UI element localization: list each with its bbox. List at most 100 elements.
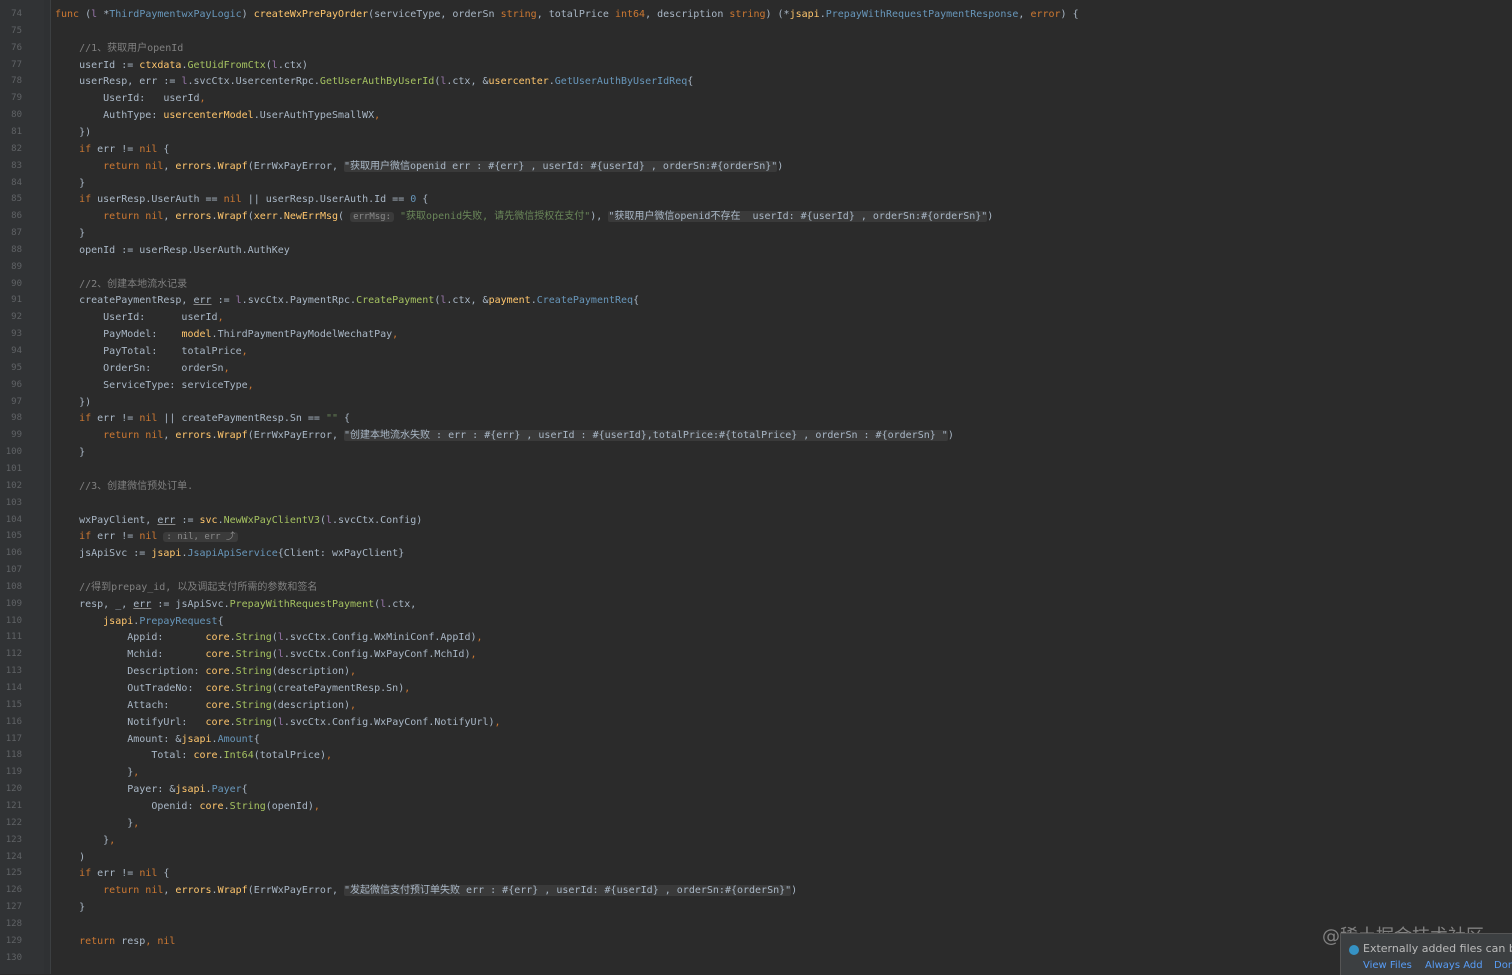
token-call: String [235,632,272,644]
token-pkg: core [205,632,230,644]
token-id: , [1018,9,1031,20]
line-number: 107 [5,565,22,576]
token-id: (serviceType, orderSn [368,9,501,20]
code-text: PayModel: model.ThirdPaymentPayModelWech… [55,326,398,343]
code-text: OutTradeNo: core.String(createPaymentRes… [55,680,410,697]
line-number: 111 [5,632,22,643]
code-text: if err != nil { [55,865,169,882]
token-call: String [235,666,272,678]
code-text: //3、创建微信预处订单. [55,478,193,495]
token-kw: , [133,767,140,779]
token-ext: CreatePaymentReq [536,295,634,307]
token-ext: PrepayRequest [139,615,218,627]
token-fn: Wrapf [217,430,248,442]
line-number: 87 [11,228,22,239]
always-add-link[interactable]: Always Add [1425,960,1483,971]
code-text: if err != nil || createPaymentResp.Sn ==… [55,410,350,427]
token-ext: GetUserAuthByUserIdReq [554,76,688,88]
token-pkg: core [205,699,230,711]
line-number: 104 [5,514,22,525]
token-id: ( [338,211,351,223]
line-number: 93 [11,329,22,340]
token-kw: , [223,362,230,374]
token-id: { [241,784,248,796]
line-number: 99 [11,430,22,441]
token-kw: , nil [145,935,176,947]
token-call: NewWxPayClientV3 [223,514,320,526]
token-kw: if [55,143,98,155]
token-pkg: core [205,683,230,694]
token-fn: Wrapf [217,211,248,223]
token-kw: , [476,632,483,644]
token-kw: , [404,683,411,694]
token-fn: createWxPrePayOrder [253,9,369,20]
code-text: return nil, errors.Wrapf(ErrWxPayError, … [55,158,783,175]
token-id: } [55,177,86,189]
token-id: (description) [271,666,351,678]
token-kw: , [241,346,248,357]
token-cm: //3、创建微信预处订单. [55,480,194,492]
token-id: := jsApiSvc. [151,598,230,610]
code-text: func (l *ThirdPaymentwxPayLogic) createW… [55,6,1079,23]
token-kw: , [217,312,224,324]
token-fn: Wrapf [217,160,248,172]
token-kw: , [247,379,254,391]
line-number: 114 [5,683,22,693]
code-text: Amount: &jsapi.Amount{ [55,731,260,748]
line-number: 83 [11,160,22,171]
line-number: 106 [5,548,22,559]
token-ul: err [193,295,212,307]
token-pkg: jsapi [175,784,206,796]
code-editor[interactable]: 74 func (l *ThirdPaymentwxPayLogic) creat… [0,0,1512,974]
line-number: 84 [11,177,22,188]
line-number: 112 [5,649,22,660]
code-text: return resp, nil [55,933,175,950]
token-id: { [163,868,170,880]
token-pkg: jsapi [55,615,134,627]
view-files-link[interactable]: View Files [1363,960,1412,971]
token-id: ) [777,160,784,172]
token-id: ), [590,211,609,223]
token-id: .svcCtx.Config.WxPayConf.NotifyUrl) [283,716,495,728]
code-text: } [55,899,85,916]
line-number: 100 [5,447,22,458]
token-id: Attach: [55,699,206,711]
token-kw: int64 [614,9,646,20]
token-call: String [235,699,272,711]
code-text: userResp, err := l.svcCtx.UsercenterRpc.… [55,73,693,90]
token-fmt: "获取用户微信openid不存在 userId: #{userId} , ord… [608,211,988,223]
token-id: .svcCtx.UsercenterRpc. [187,76,320,88]
token-hint: : nil, err ⤴ [163,532,239,543]
code-text: if userResp.UserAuth == nil || userResp.… [55,191,428,208]
token-kw: , [374,110,381,122]
token-pkg: model [181,329,212,341]
token-pkg: core [205,666,230,678]
code-text: if err != nil { [55,141,169,158]
token-kw: if [55,868,98,880]
token-id: ) [791,885,798,897]
line-number: 94 [11,346,22,356]
token-id: AuthType: [55,110,164,122]
code-text: ) [55,849,85,866]
token-kw: , [494,716,501,728]
line-number: 123 [5,834,22,845]
token-id: { [253,733,260,745]
line-number: 130 [5,952,22,963]
token-id: (ErrWxPayError, [247,885,345,897]
token-id: } [55,447,86,459]
code-text: return nil, errors.Wrapf(ErrWxPayError, … [55,882,797,899]
code-text: wxPayClient, err := svc.NewWxPayClientV3… [55,512,422,529]
token-call: GetUserAuthByUserId [319,76,435,88]
token-kw: nil [223,194,248,206]
token-kw: return nil [55,211,164,223]
dont-ask-link[interactable]: Don [1494,960,1512,971]
code-text: }, [55,832,115,849]
token-pkg: core [199,800,224,812]
line-number: 91 [11,295,22,306]
token-id: (totalPrice) [253,750,326,762]
line-number: 125 [5,868,22,879]
line-number: 120 [5,784,22,795]
token-fmt: "获取用户微信openid err : #{err} , userId: #{u… [344,160,778,172]
token-id: (createPaymentResp.Sn) [271,683,405,694]
token-kw: , [350,699,357,711]
